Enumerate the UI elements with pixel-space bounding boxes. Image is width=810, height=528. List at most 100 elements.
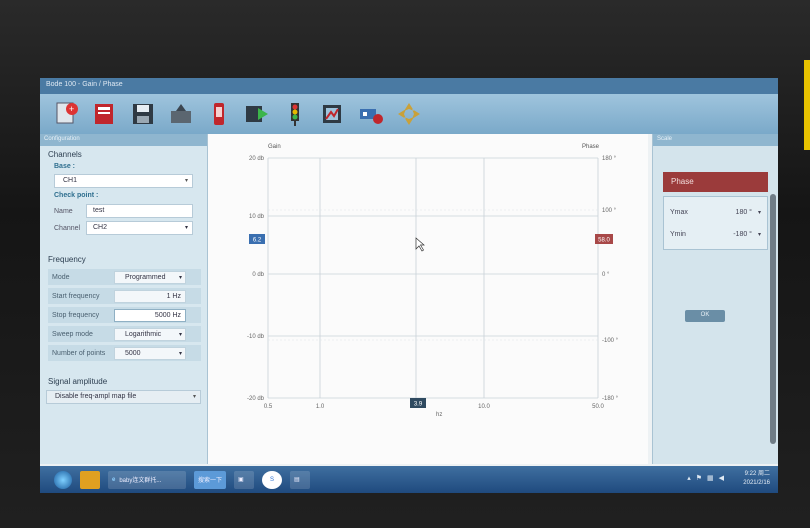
gain-tick: -10 db bbox=[247, 334, 265, 340]
chevron-down-icon: ▾ bbox=[178, 331, 182, 338]
usb-icon[interactable] bbox=[356, 99, 386, 129]
points-label: Number of points bbox=[52, 349, 106, 357]
ok-button[interactable]: OK bbox=[685, 310, 725, 322]
ymin-select[interactable]: -180 ° bbox=[696, 231, 758, 238]
base-label: Base : bbox=[54, 163, 76, 170]
start-frequency-row: Start frequency 1 Hz bbox=[48, 288, 201, 304]
ymax-row: Ymax 180 ° ▾ bbox=[664, 201, 767, 223]
ie-icon: e bbox=[112, 476, 116, 483]
ymax-select[interactable]: 180 ° bbox=[696, 209, 758, 216]
mode-label: Mode bbox=[52, 273, 70, 281]
app-icon[interactable] bbox=[80, 470, 100, 489]
channel-row: Channel CH2 ▾ bbox=[54, 221, 193, 235]
mode-row: Mode Programmed ▾ bbox=[48, 269, 201, 285]
window-icon: ▣ bbox=[238, 477, 244, 483]
sweep-mode-label: Sweep mode bbox=[52, 330, 93, 338]
network-icon[interactable]: ▦ bbox=[707, 474, 714, 482]
system-tray: ▴ ⚑ ▦ ◀ bbox=[687, 474, 724, 482]
clock-time: 9:22 周二 bbox=[744, 471, 770, 477]
taskbar-app-label: baby连文群托... bbox=[119, 478, 162, 484]
volume-icon[interactable]: ◀ bbox=[719, 474, 724, 482]
phase-section-header: Phase bbox=[663, 172, 768, 192]
chat-icon: ▤ bbox=[294, 477, 300, 483]
chart-icon[interactable] bbox=[318, 99, 348, 129]
mode-select[interactable]: Programmed ▾ bbox=[114, 270, 186, 284]
x-axis-unit: hz bbox=[436, 412, 442, 418]
scale-panel-header: Scale bbox=[653, 134, 778, 146]
stop-frequency-label: Stop frequency bbox=[52, 311, 100, 319]
start-button[interactable] bbox=[54, 470, 72, 489]
ymax-label: Ymax bbox=[670, 208, 688, 216]
points-row: Number of points 5000 ▾ bbox=[48, 345, 201, 361]
amplitude-select[interactable]: Disable freq-ampl map file ▾ bbox=[46, 390, 201, 404]
play-icon[interactable] bbox=[242, 99, 272, 129]
points-select[interactable]: 5000 ▾ bbox=[114, 346, 186, 360]
laptop-screen: Bode 100 - Gain / Phase + Configuration … bbox=[40, 78, 778, 493]
x-tick: 10.0 bbox=[478, 404, 490, 410]
base-value: CH1 bbox=[63, 177, 78, 184]
taskbar-app-icon[interactable]: ▤ bbox=[290, 470, 311, 489]
chevron-down-icon: ▾ bbox=[178, 350, 182, 357]
scale-panel: Scale Phase Ymax 180 ° ▾ Ymin -180 ° ▾ O… bbox=[652, 134, 778, 464]
sweep-mode-row: Sweep mode Logarithmic ▾ bbox=[48, 326, 201, 342]
taskbar-app-icon[interactable]: ▣ bbox=[234, 470, 255, 489]
ymin-row: Ymin -180 ° ▾ bbox=[664, 223, 767, 245]
checkpoint-label: Check point : bbox=[54, 192, 99, 199]
system-clock[interactable]: 9:22 周二 2021/2/16 bbox=[743, 470, 770, 488]
svg-text:+: + bbox=[69, 104, 74, 114]
save-icon[interactable] bbox=[128, 99, 158, 129]
chevron-down-icon: ▾ bbox=[184, 225, 188, 231]
start-frequency-input[interactable]: 1 Hz bbox=[114, 289, 186, 303]
x-marker-value: 3.9 bbox=[414, 402, 423, 408]
amplitude-value: Disable freq-ampl map file bbox=[55, 393, 137, 400]
points-value: 5000 bbox=[125, 349, 141, 357]
stop-frequency-row: Stop frequency 5000 Hz bbox=[48, 307, 201, 323]
config-panel: Configuration Channels Base : CH1 ▾ Chec… bbox=[40, 134, 208, 464]
window-titlebar: Bode 100 - Gain / Phase bbox=[40, 78, 778, 94]
sogou-icon[interactable]: S bbox=[262, 470, 283, 489]
name-field[interactable]: test bbox=[86, 204, 193, 218]
phase-tick: -180 ° bbox=[602, 396, 619, 402]
x-tick: 50.0 bbox=[592, 404, 604, 410]
chevron-down-icon: ▾ bbox=[192, 394, 196, 400]
start-frequency-label: Start frequency bbox=[52, 292, 100, 300]
phase-marker-value: 58.0 bbox=[598, 238, 610, 244]
chevron-down-icon: ▾ bbox=[184, 178, 188, 184]
phase-scale-box: Ymax 180 ° ▾ Ymin -180 ° ▾ bbox=[663, 196, 768, 250]
channel-value: CH2 bbox=[93, 224, 108, 231]
flag-icon[interactable]: ⚑ bbox=[696, 474, 702, 482]
stop-frequency-input[interactable]: 5000 Hz bbox=[114, 308, 186, 322]
windows-taskbar: e baby连文群托... 搜索一下 ▣ S ▤ ▴ ⚑ ▦ ◀ 9:22 周二… bbox=[40, 466, 778, 493]
name-row: Name test bbox=[54, 204, 193, 218]
export-icon[interactable] bbox=[166, 99, 196, 129]
sweep-mode-select[interactable]: Logarithmic ▾ bbox=[114, 327, 186, 341]
phase-tick: 100 ° bbox=[602, 208, 617, 214]
x-tick: 1.0 bbox=[316, 404, 325, 410]
chevron-down-icon: ▾ bbox=[757, 209, 761, 216]
channel-label: Channel bbox=[54, 224, 81, 232]
chevron-down-icon: ▾ bbox=[178, 274, 182, 281]
gain-tick: 0 db bbox=[252, 272, 264, 278]
taskbar-app-browser[interactable]: e baby连文群托... bbox=[108, 470, 186, 489]
move-icon[interactable] bbox=[394, 99, 424, 129]
arrow-up-icon[interactable]: ▴ bbox=[687, 474, 691, 482]
x-tick: 0.5 bbox=[264, 404, 273, 410]
scrollbar[interactable] bbox=[770, 194, 776, 444]
open-doc-icon[interactable] bbox=[90, 99, 120, 129]
phase-tick: 0 ° bbox=[602, 272, 610, 278]
name-label: Name bbox=[54, 207, 73, 215]
base-select[interactable]: CH1 ▾ bbox=[54, 174, 193, 188]
traffic-light-icon[interactable] bbox=[280, 99, 310, 129]
bode-plot[interactable]: Gain Phase 20 db 10 db 0 db -10 db -20 d… bbox=[208, 134, 648, 464]
frequency-title: Frequency bbox=[48, 255, 86, 264]
panel-header: Configuration bbox=[40, 134, 207, 146]
bode-plot-svg[interactable]: Gain Phase 20 db 10 db 0 db -10 db -20 d… bbox=[208, 134, 648, 464]
clock-date: 2021/2/16 bbox=[743, 480, 770, 486]
phone-icon[interactable] bbox=[204, 99, 234, 129]
channel-select[interactable]: CH2 ▾ bbox=[86, 221, 193, 235]
taskbar-app-search[interactable]: 搜索一下 bbox=[194, 470, 227, 489]
new-doc-icon[interactable]: + bbox=[52, 99, 82, 129]
channels-title: Channels bbox=[48, 150, 82, 159]
amplitude-title: Signal amplitude bbox=[48, 377, 108, 386]
ymin-label: Ymin bbox=[670, 230, 686, 238]
